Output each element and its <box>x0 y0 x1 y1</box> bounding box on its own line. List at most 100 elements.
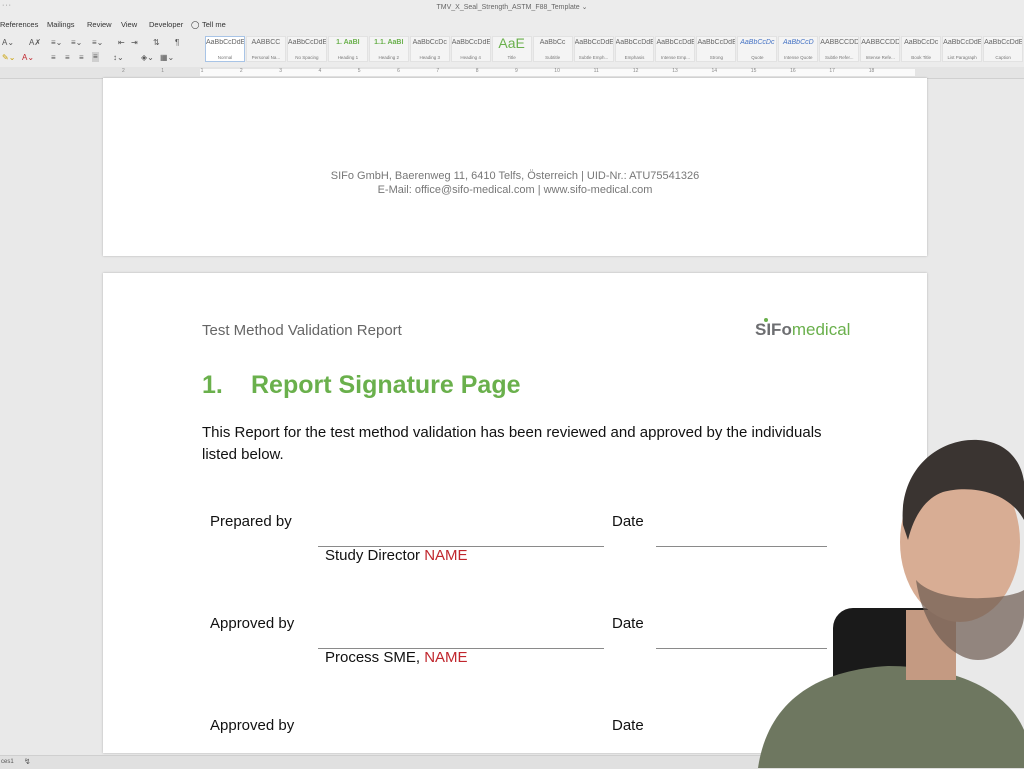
style-tile[interactable]: AABBCC Personal Na... <box>245 36 286 62</box>
ruler-tick-label: 2 <box>122 68 125 74</box>
ruler-tick-label: 11 <box>593 68 599 74</box>
increase-indent-icon[interactable]: ⇥ <box>131 38 138 48</box>
role-text: Study Director <box>325 547 425 564</box>
decrease-indent-icon[interactable]: ⇤ <box>118 38 125 48</box>
style-sample-text: AaBbCcDdE <box>984 39 1023 46</box>
style-tile[interactable]: AaBbCcDdE Caption <box>983 36 1024 62</box>
style-tile[interactable]: AaBbCcDdE Intense Emp... <box>655 36 696 62</box>
style-sample-text: AaBbCcDdEe <box>943 39 982 46</box>
bullet-list-icon[interactable]: ≡⌄ <box>51 38 62 48</box>
style-sample-text: AABBCCDDE <box>820 39 859 46</box>
style-tile[interactable]: AaBbCc Subtitle <box>532 36 573 62</box>
font-color-icon[interactable]: A⌄ <box>22 53 34 63</box>
numbered-list-icon[interactable]: ≡⌄ <box>71 38 82 48</box>
clear-formatting-icon[interactable]: A✗ <box>29 38 41 48</box>
style-tile[interactable]: AaBbCcDdEe Subtle Emph... <box>573 36 614 62</box>
ruler-tick-label: 1 <box>200 68 204 74</box>
ruler-tick-label: 1 <box>161 68 165 74</box>
name-placeholder: NAME <box>424 547 468 564</box>
style-sample-text: AaBbCcDdEe <box>287 39 326 46</box>
justify-icon[interactable]: ≡ <box>92 52 99 62</box>
presenter-shirt <box>758 666 1024 768</box>
ruler-tick-label: 8 <box>475 68 479 74</box>
style-tile[interactable]: 1.1. AaBl Heading 2 <box>368 36 409 62</box>
style-tile[interactable]: AABBCCDDE Subtle Refer... <box>819 36 860 62</box>
style-tile[interactable]: AaBbCcDdEe Emphasis <box>614 36 655 62</box>
style-name-label: Intense Refe... <box>865 55 895 60</box>
show-formatting-icon[interactable]: ¶ <box>175 38 179 48</box>
style-tile[interactable]: AaBbCcDdE Normal <box>205 36 245 62</box>
role-text: Process SME, <box>325 649 425 666</box>
align-right-icon[interactable]: ≡ <box>79 53 84 63</box>
style-tile[interactable]: AaBbCcDdEe No Spacing <box>286 36 327 62</box>
font-size-decrease-icon[interactable]: A⌄ <box>2 38 14 48</box>
tab-review[interactable]: Review <box>87 20 112 29</box>
style-sample-text: AaBbCcDdE <box>451 39 490 46</box>
signature-label: Approved by <box>210 717 295 734</box>
ruler-tick-label: 14 <box>711 68 718 74</box>
style-tile[interactable]: AABBCCDDE Intense Refe... <box>860 36 901 62</box>
style-name-label: Book Title <box>911 55 932 60</box>
signature-label: Approved by <box>210 615 295 632</box>
ruler-tick-label: 17 <box>829 68 835 74</box>
date-label: Date <box>612 513 644 530</box>
webcam-presenter-overlay <box>758 439 1024 768</box>
style-sample-text: AaBbCcDdE <box>656 39 695 46</box>
style-sample-text: 1. AaBl <box>336 39 360 46</box>
tell-me-search[interactable]: Tell me <box>202 20 226 29</box>
multilevel-list-icon[interactable]: ≡⌄ <box>92 38 103 48</box>
page-previous[interactable]: SIFo GmbH, Baerenweg 11, 6410 Telfs, Öst… <box>103 78 927 256</box>
line-spacing-icon[interactable]: ↕⌄ <box>113 53 124 63</box>
style-tile[interactable]: AaE Title <box>491 35 532 62</box>
borders-icon[interactable]: ▦⌄ <box>160 53 174 63</box>
tab-view[interactable]: View <box>121 20 137 29</box>
style-name-label: Intense Emp... <box>660 55 690 60</box>
date-label: Date <box>612 615 644 632</box>
style-sample-text: AaBbCcD <box>782 39 814 46</box>
shading-icon[interactable]: ◈⌄ <box>141 53 154 63</box>
style-sample-text: AaBbCcDdE <box>697 39 736 46</box>
style-tile[interactable]: AaBbCcDdE Strong <box>696 36 737 62</box>
document-header-title: Test Method Validation Report <box>202 322 402 339</box>
style-name-label: Heading 1 <box>337 55 359 60</box>
style-tile[interactable]: AaBbCcDdEe List Paragraph <box>942 36 983 62</box>
style-name-label: Subtle Emph... <box>578 55 609 60</box>
ruler-tick-label: 13 <box>672 68 678 74</box>
document-title[interactable]: TMV_X_Seal_Strength_ASTM_F88_Template ⌄ <box>0 3 1024 11</box>
style-sample-text: AaBbCcDdEe <box>574 39 613 46</box>
style-name-label: Normal <box>217 55 233 60</box>
style-sample-text: AABBCCDDE <box>861 39 900 46</box>
ruler-tick-label: 6 <box>397 68 400 74</box>
lightbulb-icon[interactable]: ◯ <box>191 20 199 29</box>
style-tile[interactable]: AaBbCcD Intense Quote <box>778 36 819 62</box>
logo-text-sifo: SIFo <box>755 320 792 339</box>
footer-address: SIFo GmbH, Baerenweg 11, 6410 Telfs, Öst… <box>330 170 700 182</box>
style-sample-text: 1.1. AaBl <box>374 39 404 46</box>
style-sample-text: AaBbCc <box>539 39 566 46</box>
ruler-tick-label: 2 <box>239 68 243 74</box>
company-logo: SIFomedical <box>755 320 850 340</box>
style-tile[interactable]: AaBbCcDc Book Title <box>901 36 942 62</box>
style-sample-text: AaBbCcDdEe <box>615 39 654 46</box>
heading-text: Report Signature Page <box>251 371 521 399</box>
date-label: Date <box>612 717 644 734</box>
align-center-icon[interactable]: ≡ <box>65 53 70 63</box>
style-tile[interactable]: AaBbCcDc Quote <box>737 36 778 62</box>
style-tile[interactable]: AaBbCcDdE Heading 4 <box>450 36 491 62</box>
highlight-icon[interactable]: ✎⌄ <box>2 53 15 63</box>
tab-mailings[interactable]: Mailings <box>47 20 75 29</box>
style-tile[interactable]: AaBbCcDc Heading 3 <box>409 36 450 62</box>
sort-icon[interactable]: ⇅ <box>153 38 160 48</box>
styles-gallery: AaBbCcDdE Normal AABBCC Personal Na... AaBbC… <box>205 35 1024 64</box>
tab-references[interactable]: References <box>0 20 38 29</box>
ruler-tick-label: 5 <box>357 68 361 74</box>
style-tile[interactable]: 1. AaBl Heading 1 <box>327 36 368 62</box>
tab-developer[interactable]: Developer <box>149 20 183 29</box>
ruler-tick-label: 16 <box>790 68 796 74</box>
style-name-label: Heading 2 <box>378 55 400 60</box>
align-left-icon[interactable]: ≡ <box>51 53 56 63</box>
status-section-text: ces1 <box>1 759 14 765</box>
ruler-tick-label: 9 <box>515 68 518 74</box>
style-name-label: Quote <box>751 55 764 60</box>
track-changes-icon[interactable]: ↯ <box>24 757 31 766</box>
